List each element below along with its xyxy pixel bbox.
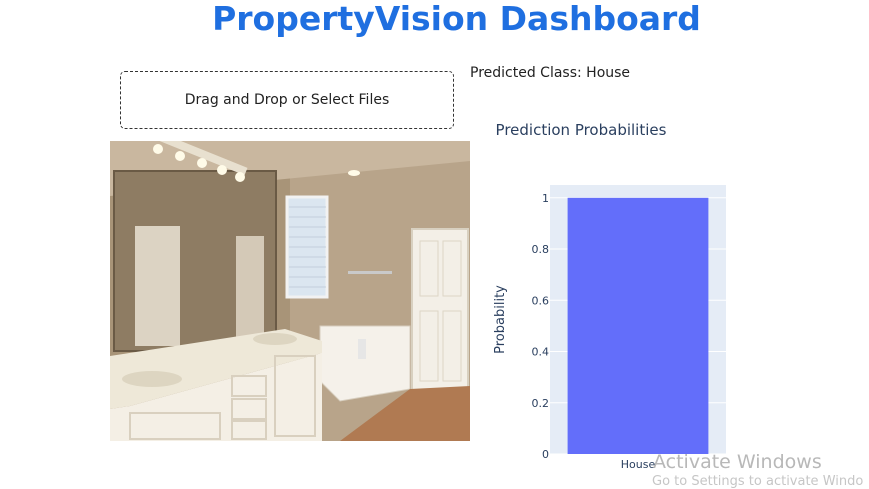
y-axis-label: Probability <box>493 285 508 354</box>
file-upload-dropzone[interactable]: Drag and Drop or Select Files <box>120 71 454 129</box>
upload-label: Drag and Drop or Select Files <box>184 92 390 108</box>
chart-title: Prediction Probabilities <box>496 121 667 139</box>
y-tick-label: 0.8 <box>532 243 550 256</box>
y-tick-label: 1 <box>542 192 549 205</box>
x-tick-label: House <box>621 458 656 471</box>
uploaded-image <box>110 141 470 441</box>
y-tick-label: 0 <box>542 448 549 461</box>
chart-svg: Prediction Probabilities 00.20.40.60.81 … <box>493 121 726 471</box>
bathroom-photo-illustration <box>110 141 470 441</box>
y-tick-label: 0.2 <box>532 397 550 410</box>
prediction-probabilities-chart: Prediction Probabilities 0 0.2 0.4 0.6 0.8 1 … <box>470 110 770 484</box>
y-tick-label: 0.6 <box>532 294 550 307</box>
windows-activation-watermark: Activate Windows <box>653 451 822 473</box>
predicted-class-text: Predicted Class: House <box>470 65 631 81</box>
page-title: PropertyVision Dashboard <box>212 0 701 38</box>
bar-house[interactable] <box>567 197 709 455</box>
y-tick-label: 0.4 <box>532 346 550 359</box>
windows-activation-hint: Go to Settings to activate Windo <box>652 474 864 489</box>
